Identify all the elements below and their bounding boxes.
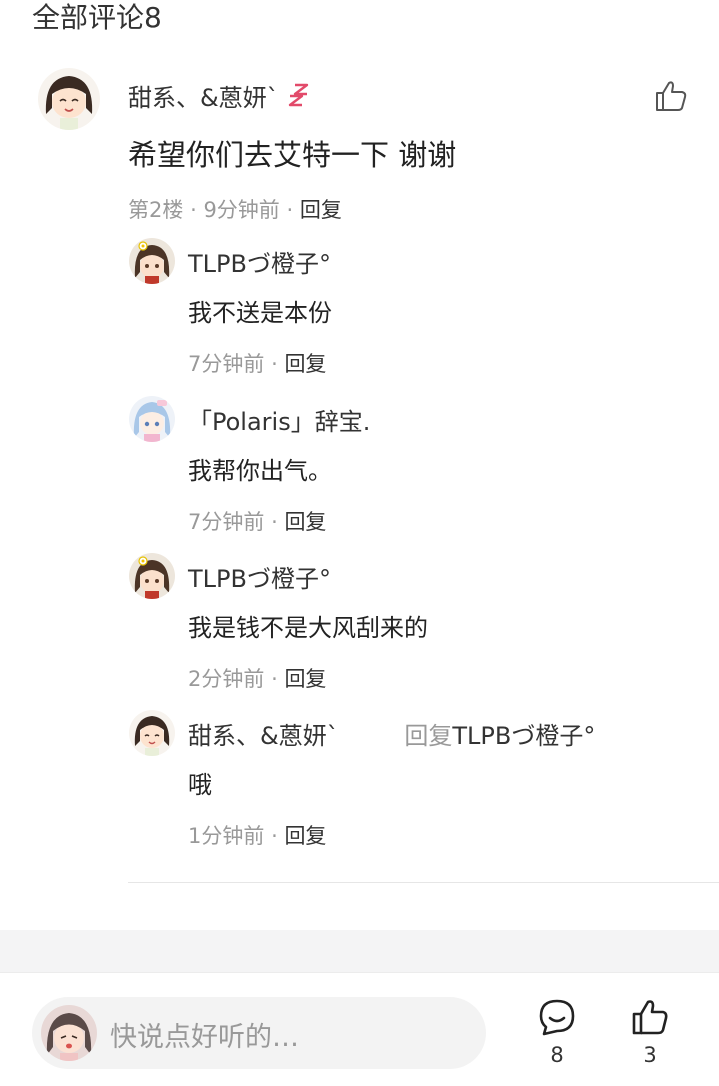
reply-button[interactable]: 回复: [284, 510, 326, 534]
meta-separator: ·: [271, 352, 278, 376]
comment-author[interactable]: 甜系、&蒽妍`: [128, 78, 315, 113]
sleep-zz-icon: [288, 83, 308, 106]
comment-author-name[interactable]: 甜系、&蒽妍`: [128, 78, 279, 113]
reply-button[interactable]: 回复: [284, 667, 326, 691]
reply-meta: 7分钟前 · 回复: [188, 348, 326, 378]
comments-button[interactable]: 8: [527, 997, 587, 1067]
comment-count: 8: [550, 1043, 564, 1067]
input-placeholder: 快说点好听的…: [110, 1022, 299, 1053]
avatar[interactable]: [129, 553, 175, 599]
reply-author[interactable]: 「Polaris」辞宝.: [188, 402, 370, 437]
reply-to-prefix: 回复: [404, 722, 453, 750]
reply-item: TLPBづ橙子° 我是钱不是大风刮来的 2分钟前 · 回复: [0, 553, 719, 703]
reply-time: 2分钟前: [188, 667, 265, 691]
reply-meta: 2分钟前 · 回复: [188, 663, 326, 693]
reply-item: 「Polaris」辞宝. 我帮你出气。 7分钟前 · 回复: [0, 396, 719, 546]
reply-text: 我是钱不是大风刮来的: [188, 614, 428, 642]
meta-separator: ·: [190, 198, 197, 222]
reply-meta: 1分钟前 · 回复: [188, 820, 326, 850]
meta-separator: ·: [271, 510, 278, 534]
reply-button[interactable]: 回复: [284, 824, 326, 848]
avatar[interactable]: [129, 238, 175, 284]
meta-separator: ·: [271, 824, 278, 848]
reply-item: 甜系、&蒽妍` 回复TLPBづ橙子° 哦 1分钟前 · 回复: [0, 710, 719, 860]
reply-item: TLPBづ橙子° 我不送是本份 7分钟前 · 回复: [0, 238, 719, 388]
thumbs-up-icon[interactable]: [653, 78, 689, 114]
avatar[interactable]: [129, 710, 175, 756]
meta-separator: ·: [286, 198, 294, 222]
reply-to-target[interactable]: TLPBづ橙子°: [452, 722, 595, 750]
comment-bubble-icon: [539, 999, 575, 1036]
reply-time: 7分钟前: [188, 352, 265, 376]
comment-floor: 第2楼: [128, 198, 184, 222]
reply-text: 哦: [188, 771, 212, 799]
thumbs-up-icon: [632, 1000, 668, 1035]
divider: [128, 882, 719, 883]
reply-time: 7分钟前: [188, 510, 265, 534]
reply-author[interactable]: TLPBづ橙子°: [188, 244, 331, 279]
comment-text: 希望你们去艾特一下 谢谢: [128, 138, 457, 172]
avatar[interactable]: [129, 396, 175, 442]
meta-separator: ·: [271, 667, 278, 691]
reply-text: 我帮你出气。: [188, 457, 332, 485]
bottom-bar: 快说点好听的… 8 3: [0, 972, 719, 1086]
avatar: [41, 1005, 97, 1061]
comment-input[interactable]: 快说点好听的…: [32, 997, 486, 1069]
reply-author[interactable]: 甜系、&蒽妍`: [188, 722, 339, 750]
reply-time: 1分钟前: [188, 824, 265, 848]
comment-time: 9分钟前: [203, 198, 280, 222]
reply-author[interactable]: TLPBづ橙子°: [188, 559, 331, 594]
avatar[interactable]: [38, 68, 100, 130]
section-separator: [0, 930, 719, 972]
comment-meta: 第2楼 · 9分钟前 · 回复: [128, 194, 342, 224]
reply-meta: 7分钟前 · 回复: [188, 506, 326, 536]
like-count: 3: [643, 1043, 657, 1067]
reply-button[interactable]: 回复: [300, 198, 342, 222]
like-button[interactable]: 3: [620, 997, 680, 1067]
reply-button[interactable]: 回复: [284, 352, 326, 376]
reply-text: 我不送是本份: [188, 299, 332, 327]
reply-author-line: 甜系、&蒽妍` 回复TLPBづ橙子°: [188, 716, 595, 751]
comments-header: 全部评论8: [32, 1, 162, 34]
